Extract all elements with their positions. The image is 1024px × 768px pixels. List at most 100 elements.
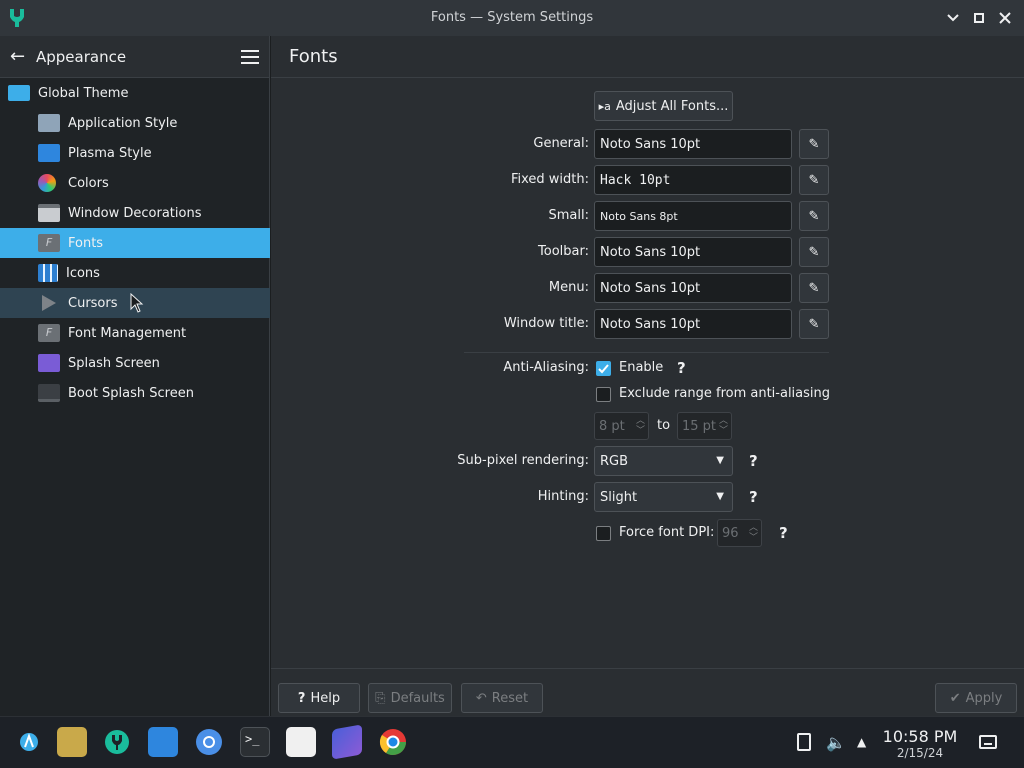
back-arrow-icon[interactable]: ← — [10, 46, 32, 67]
boot-splash-icon — [38, 384, 60, 402]
icons-icon — [38, 264, 58, 282]
force-dpi-label: Force font DPI: — [619, 525, 715, 540]
plasma-style-icon — [38, 144, 60, 162]
menu-label: Menu: — [548, 280, 589, 295]
anti-aliasing-enable-label: Enable — [619, 360, 664, 375]
edit-menu-font-button[interactable]: ✎ — [799, 273, 829, 303]
general-font-value: Noto Sans 10pt — [600, 136, 701, 152]
range-from-spinbox[interactable]: 8 pt ︿ ﹀ — [594, 412, 649, 440]
chrome-dev-icon[interactable] — [378, 727, 408, 757]
menu-font-field: Noto Sans 10pt — [594, 273, 792, 303]
dpi-help-icon[interactable]: ? — [779, 524, 788, 542]
browser-icon[interactable] — [194, 727, 224, 757]
window-title-font-field: Noto Sans 10pt — [594, 309, 792, 339]
terminal-icon[interactable]: >_ — [240, 727, 270, 757]
sidebar-item-splash-screen[interactable]: Splash Screen — [0, 348, 270, 378]
chevron-down-icon: ▼ — [716, 455, 724, 466]
edit-toolbar-font-button[interactable]: ✎ — [799, 237, 829, 267]
small-label: Small: — [548, 208, 590, 223]
launcher-logo-icon — [20, 733, 38, 751]
sidebar-item-icons[interactable]: Icons — [0, 258, 270, 288]
sidebar-item-plasma-style[interactable]: Plasma Style — [0, 138, 270, 168]
exclude-range-checkbox[interactable] — [596, 387, 611, 402]
window-title: Fonts — System Settings — [430, 10, 594, 25]
close-icon — [999, 12, 1011, 24]
maximize-button[interactable] — [970, 9, 988, 27]
minimize-button[interactable] — [944, 9, 962, 27]
force-dpi-checkbox[interactable] — [596, 526, 611, 541]
subpixel-value: RGB — [600, 453, 629, 469]
chromium-icon — [196, 729, 222, 755]
close-button[interactable] — [996, 9, 1014, 27]
page-header: Fonts — [271, 36, 1024, 78]
sidebar-item-fonts[interactable]: F Fonts — [0, 228, 270, 258]
toolbar-label: Toolbar: — [538, 244, 589, 259]
hamburger-menu-icon[interactable] — [241, 49, 259, 64]
sidebar-item-label: Font Management — [68, 325, 187, 341]
edit-window-title-font-button[interactable]: ✎ — [799, 309, 829, 339]
discover-store-icon[interactable] — [148, 727, 178, 757]
clock-time: 10:58 PM — [882, 727, 958, 746]
clock-date: 2/15/24 — [896, 746, 944, 760]
defaults-button-label: Defaults — [390, 690, 445, 706]
menu-font-value: Noto Sans 10pt — [600, 280, 701, 296]
show-desktop-icon[interactable] — [979, 735, 997, 749]
dpi-spinbox[interactable]: 96 ︿ ﹀ — [717, 519, 762, 547]
sidebar-item-window-decorations[interactable]: Window Decorations — [0, 198, 270, 228]
edit-small-font-button[interactable]: ✎ — [799, 201, 829, 231]
font-management-icon: F — [38, 324, 60, 342]
splash-screen-icon — [38, 354, 60, 372]
sidebar-item-label: Splash Screen — [68, 355, 160, 371]
toolbar-font-value: Noto Sans 10pt — [600, 244, 701, 260]
sidebar-item-cursors[interactable]: Cursors — [0, 288, 270, 318]
cursor-icon — [42, 295, 56, 311]
system-settings-taskbar-icon[interactable] — [102, 727, 132, 757]
defaults-button[interactable]: ⎘ Defaults — [368, 683, 452, 713]
pencil-icon: ✎ — [808, 316, 820, 332]
sidebar-item-colors[interactable]: Colors — [0, 168, 270, 198]
settings-logo-icon — [105, 730, 129, 754]
volume-icon[interactable]: 🔈 — [826, 733, 846, 752]
heroic-app-icon[interactable] — [332, 724, 362, 760]
subpixel-select[interactable]: RGB ▼ — [594, 446, 733, 476]
fonts-icon: F — [38, 234, 60, 252]
sidebar-item-boot-splash-screen[interactable]: Boot Splash Screen — [0, 378, 270, 408]
pencil-icon: ✎ — [808, 208, 820, 224]
small-font-field: Noto Sans 8pt — [594, 201, 792, 231]
sidebar-item-application-style[interactable]: Application Style — [0, 108, 270, 138]
hinting-select[interactable]: Slight ▼ — [594, 482, 733, 512]
adjust-all-fonts-button[interactable]: ▸a Adjust All Fonts... — [594, 91, 733, 121]
reset-button[interactable]: ↶ Reset — [461, 683, 543, 713]
sidebar-item-label: Icons — [66, 265, 100, 281]
adjust-all-fonts-label: Adjust All Fonts... — [615, 98, 729, 114]
sidebar-item-global-theme[interactable]: Global Theme — [0, 78, 270, 108]
clipboard-icon[interactable] — [797, 733, 811, 751]
sidebar-item-label: Cursors — [68, 295, 118, 311]
range-to-spinbox[interactable]: 15 pt ︿ ﹀ — [677, 412, 732, 440]
anti-aliasing-checkbox[interactable] — [596, 361, 611, 376]
edit-general-font-button[interactable]: ✎ — [799, 129, 829, 159]
tray-expand-icon[interactable]: ▲ — [857, 735, 866, 749]
general-label: General: — [533, 136, 589, 151]
anti-aliasing-help-icon[interactable]: ? — [677, 359, 686, 377]
range-from-value: 8 pt — [599, 418, 625, 434]
file-manager-icon[interactable] — [57, 727, 87, 757]
application-style-icon — [38, 114, 60, 132]
sidebar-item-font-management[interactable]: F Font Management — [0, 318, 270, 348]
hinting-help-icon[interactable]: ? — [749, 488, 758, 506]
help-button[interactable]: ? Help — [278, 683, 360, 713]
apply-button[interactable]: ✔ Apply — [935, 683, 1017, 713]
sidebar-item-label: Application Style — [68, 115, 178, 131]
media-app-icon[interactable] — [286, 727, 316, 757]
maximize-icon — [974, 13, 984, 23]
hinting-label: Hinting: — [537, 489, 589, 504]
undo-icon: ↶ — [475, 690, 487, 706]
hinting-value: Slight — [600, 489, 638, 505]
edit-fixed-width-font-button[interactable]: ✎ — [799, 165, 829, 195]
window-decorations-icon — [38, 204, 60, 222]
sidebar-item-label: Window Decorations — [68, 205, 202, 221]
app-launcher-icon[interactable] — [14, 727, 44, 757]
clock[interactable]: 10:58 PM 2/15/24 — [880, 727, 960, 760]
subpixel-help-icon[interactable]: ? — [749, 452, 758, 470]
pencil-icon: ✎ — [808, 172, 820, 188]
